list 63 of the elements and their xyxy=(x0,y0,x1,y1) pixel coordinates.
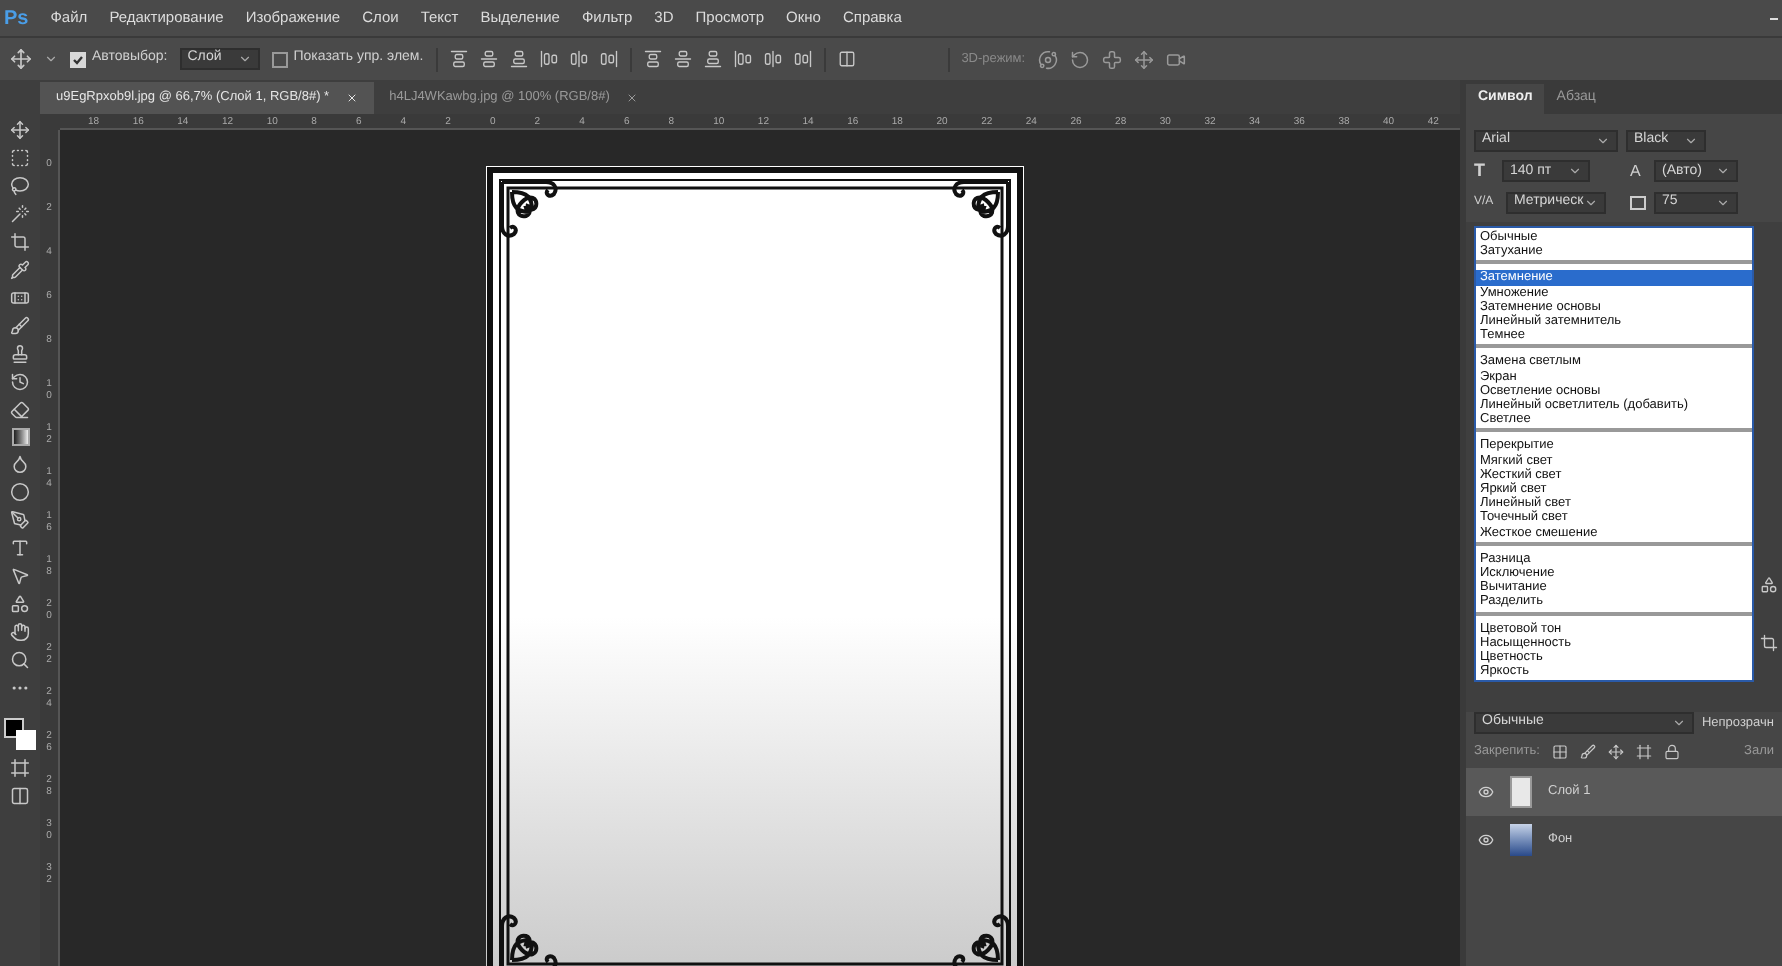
align-left-icon[interactable] xyxy=(539,50,558,68)
bandage-icon[interactable] xyxy=(10,288,30,308)
dodge-icon[interactable] xyxy=(10,482,30,502)
drop-icon[interactable] xyxy=(10,454,30,474)
crop-icon[interactable] xyxy=(10,232,30,252)
layer-thumbnail xyxy=(1510,775,1532,807)
color-swatches-icon[interactable] xyxy=(4,718,36,750)
rotate-icon[interactable] xyxy=(1069,49,1090,69)
caret-icon[interactable] xyxy=(1584,195,1598,209)
leading-icon: A xyxy=(1630,159,1646,184)
hand-icon[interactable] xyxy=(10,622,30,642)
camera-icon[interactable] xyxy=(1165,49,1186,69)
caret-icon[interactable] xyxy=(1568,164,1582,179)
pen-icon[interactable] xyxy=(10,510,30,530)
align-center-icon[interactable] xyxy=(569,50,588,68)
align-bottom-icon[interactable] xyxy=(509,50,528,68)
distribute-center-icon[interactable] xyxy=(763,50,782,68)
caret-icon[interactable] xyxy=(44,52,58,66)
photo-placeholder xyxy=(1510,823,1532,855)
brush-icon[interactable] xyxy=(10,316,30,336)
distribute-top-icon[interactable] xyxy=(643,50,662,68)
gradient-icon[interactable] xyxy=(11,428,29,446)
distribute-right-icon[interactable] xyxy=(793,50,812,68)
text-tool-icon[interactable] xyxy=(10,538,30,558)
align-top-icon[interactable] xyxy=(449,50,468,68)
marquee-icon[interactable] xyxy=(10,148,30,168)
font-size-icon: T xyxy=(1474,158,1494,185)
slide-icon[interactable] xyxy=(1133,49,1154,69)
eyedropper-icon[interactable] xyxy=(10,260,30,280)
minimize-icon[interactable] xyxy=(1770,17,1778,19)
lock-position-icon[interactable] xyxy=(1607,743,1624,759)
distribute-middle-icon[interactable] xyxy=(673,50,692,68)
caret-icon[interactable] xyxy=(1596,134,1610,148)
stamp-icon[interactable] xyxy=(10,344,30,364)
caret-icon[interactable] xyxy=(1671,716,1686,730)
wand-icon[interactable] xyxy=(10,204,30,224)
shape-icon[interactable] xyxy=(10,594,30,614)
align-right-icon[interactable] xyxy=(599,50,618,68)
tracking-icon xyxy=(1630,195,1646,209)
app-logo: Ps xyxy=(4,5,29,33)
distribute-left-icon[interactable] xyxy=(733,50,752,68)
checkbox[interactable] xyxy=(271,51,288,67)
eye-icon[interactable] xyxy=(1478,783,1494,799)
pan-icon[interactable] xyxy=(1101,49,1122,69)
lock-icon[interactable] xyxy=(1663,743,1680,759)
caret-icon[interactable] xyxy=(237,52,252,66)
move-icon[interactable] xyxy=(10,120,30,140)
lock-paint-icon[interactable] xyxy=(1579,743,1596,759)
eye-icon[interactable] xyxy=(1478,831,1494,847)
zoom-icon[interactable] xyxy=(10,650,30,670)
close-icon[interactable] xyxy=(625,92,638,104)
lock-pixels-icon[interactable] xyxy=(1551,743,1568,759)
move-icon[interactable] xyxy=(10,48,32,70)
caret-icon[interactable] xyxy=(1684,134,1698,148)
lasso-icon[interactable] xyxy=(10,176,30,196)
eraser-icon[interactable] xyxy=(10,400,30,420)
distribute-bottom-icon[interactable] xyxy=(703,50,722,68)
caret-icon[interactable] xyxy=(1716,164,1730,179)
history-brush-icon[interactable] xyxy=(10,372,30,392)
orbit-icon[interactable] xyxy=(1037,49,1058,69)
pointer-icon[interactable] xyxy=(10,566,30,586)
caret-icon[interactable] xyxy=(1716,195,1730,209)
align-middle-icon[interactable] xyxy=(479,50,498,68)
